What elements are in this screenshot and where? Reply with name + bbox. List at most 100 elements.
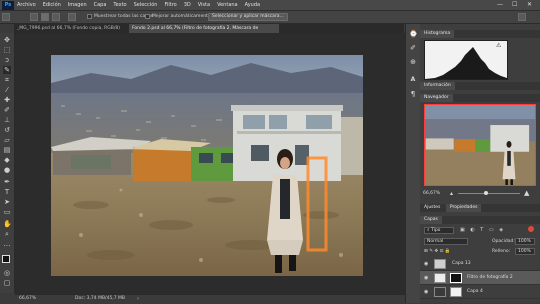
clone-source-icon[interactable]: ⊕ <box>409 58 417 66</box>
character-panel-icon[interactable]: A <box>409 76 417 84</box>
auto-enhance-checkbox[interactable] <box>145 14 150 19</box>
new-selection-icon[interactable] <box>30 13 38 21</box>
quick-selection-tool-icon[interactable]: ✎ <box>3 66 11 74</box>
dodge-tool-icon[interactable]: ● <box>3 166 11 174</box>
layer-filter-icons[interactable]: ▣ ◐ T ▭ ◈ <box>460 227 505 233</box>
zoom-slider-thumb[interactable] <box>484 191 488 195</box>
move-tool-icon[interactable]: ✥ <box>3 36 11 44</box>
tab-document-1[interactable]: _MG_7996.psd al 66,7% (Fondo copia, RGB/… <box>14 24 126 33</box>
sample-all-layers-checkbox[interactable] <box>87 14 92 19</box>
layer-filter-select[interactable]: ⌕ Tipo <box>424 227 454 234</box>
menu-capa[interactable]: Capa <box>94 2 107 8</box>
opacity-field[interactable]: 100% <box>515 238 535 245</box>
gradient-tool-icon[interactable]: ▤ <box>3 146 11 154</box>
tools-panel: ✥ ⬚ ↄ ✎ ⌗ ⁄ ✚ ✐ ⊥ ↺ ▱ ▤ ◆ ● ✒ T ➤ ▭ ✋ ⌕ … <box>0 33 15 293</box>
subtract-selection-icon[interactable] <box>52 13 60 21</box>
histogram-shape <box>425 47 507 79</box>
history-brush-icon[interactable]: ↺ <box>3 126 11 134</box>
filter-toggle-icon[interactable] <box>528 226 534 232</box>
crop-tool-icon[interactable]: ⌗ <box>3 76 11 84</box>
opacity-label: Opacidad: <box>492 239 515 244</box>
minimize-icon[interactable]: — <box>497 1 503 8</box>
histogram-tab[interactable]: Histograma <box>420 30 455 38</box>
adjustment-thumbnail <box>434 273 446 283</box>
menu-filtro[interactable]: Filtro <box>164 2 176 8</box>
hand-tool-icon[interactable]: ✋ <box>3 220 12 228</box>
menu-vista[interactable]: Vista <box>198 2 210 8</box>
menu-ayuda[interactable]: Ayuda <box>245 2 260 8</box>
status-zoom[interactable]: 66,67% <box>19 296 36 301</box>
info-tab[interactable]: Información <box>420 82 455 90</box>
type-tool-icon[interactable]: T <box>3 188 11 196</box>
menu-imagen[interactable]: Imagen <box>68 2 87 8</box>
healing-brush-icon[interactable]: ✚ <box>3 96 11 104</box>
menu-archivo[interactable]: Archivo <box>17 2 36 8</box>
pen-tool-icon[interactable]: ✒ <box>3 178 11 186</box>
menu-edicion[interactable]: Edición <box>43 2 61 8</box>
select-and-mask-button[interactable]: Seleccionar y aplicar máscara... <box>208 12 288 21</box>
navigator-preview[interactable] <box>424 104 536 186</box>
layer-thumbnail <box>434 259 446 269</box>
layer-row[interactable]: ◉ Filtro de fotografía 2 <box>420 271 540 285</box>
document-photo[interactable] <box>51 55 363 276</box>
layers-tab[interactable]: Capas <box>420 216 442 224</box>
path-selection-icon[interactable]: ➤ <box>3 198 11 206</box>
zoom-tool-icon[interactable]: ⌕ <box>3 230 11 238</box>
visibility-eye-icon[interactable]: ◉ <box>424 275 428 281</box>
blend-mode-select[interactable]: Normal <box>424 238 468 245</box>
maximize-icon[interactable]: ☐ <box>512 1 517 8</box>
blur-tool-icon[interactable]: ◆ <box>3 156 11 164</box>
workspace-icon[interactable] <box>518 13 526 21</box>
layer-row[interactable]: ◉ Capa 4 <box>420 285 540 299</box>
marquee-tool-icon[interactable]: ⬚ <box>3 46 11 54</box>
photoshop-logo: Ps <box>2 0 14 10</box>
layer-mask-thumbnail[interactable] <box>450 287 462 297</box>
rectangle-tool-icon[interactable]: ▭ <box>3 208 11 216</box>
quick-mask-icon[interactable]: ◎ <box>3 269 11 277</box>
brush-size-icon[interactable] <box>68 13 76 21</box>
more-tools-icon[interactable]: … <box>3 240 11 248</box>
zoom-slider-track[interactable] <box>458 193 520 194</box>
status-arrow-icon[interactable]: › <box>137 296 139 302</box>
options-bar: Muestrear todas las capas Mejorar automá… <box>0 11 540 24</box>
navigator-zoom-value[interactable]: 66,67% <box>423 191 440 196</box>
warning-icon[interactable]: ⚠ <box>496 42 501 49</box>
visibility-eye-icon[interactable]: ◉ <box>424 289 428 295</box>
layer-name[interactable]: Capa 4 <box>467 289 483 294</box>
tab-properties[interactable]: Propiedades <box>445 204 482 212</box>
menu-ventana[interactable]: Ventana <box>217 2 238 8</box>
menu-3d[interactable]: 3D <box>184 2 191 8</box>
layers-panel-header: Capas <box>420 216 540 224</box>
eraser-tool-icon[interactable]: ▱ <box>3 136 11 144</box>
document-tabs: _MG_7996.psd al 66,7% (Fondo copia, RGB/… <box>14 24 404 40</box>
history-panel-icon[interactable]: ⌚ <box>409 30 418 38</box>
eyedropper-tool-icon[interactable]: ⁄ <box>3 86 11 94</box>
tab-adjustments[interactable]: Ajustes <box>420 204 444 212</box>
adjustments-panel-header: Ajustes Propiedades <box>420 204 540 212</box>
foreground-color-swatch[interactable] <box>2 255 10 263</box>
layer-row[interactable]: ◉ Capa 13 <box>420 257 540 271</box>
clone-stamp-icon[interactable]: ⊥ <box>3 116 11 124</box>
paragraph-panel-icon[interactable]: ¶ <box>409 90 417 98</box>
screen-mode-icon[interactable]: ▢ <box>3 279 11 287</box>
menu-seleccion[interactable]: Selección <box>134 2 158 8</box>
brush-tool-icon[interactable]: ✐ <box>3 106 11 114</box>
navigator-tab[interactable]: Navegador <box>420 94 453 102</box>
photo-scene <box>51 55 363 276</box>
visibility-eye-icon[interactable]: ◉ <box>424 261 428 267</box>
layer-mask-thumbnail[interactable] <box>450 273 462 283</box>
menu-texto[interactable]: Texto <box>113 2 126 8</box>
fill-field[interactable]: 100% <box>515 248 535 255</box>
info-panel-header: Información <box>420 82 540 90</box>
tab-document-2[interactable]: Fondo 2.psd al 66,7% (Filtro de fotograf… <box>129 24 279 40</box>
zoom-in-icon[interactable]: ▲ <box>524 189 529 197</box>
add-to-selection-icon[interactable] <box>41 13 49 21</box>
layer-name[interactable]: Filtro de fotografía 2 <box>467 275 513 280</box>
quick-select-tool-preset-icon[interactable] <box>2 13 10 21</box>
layer-name[interactable]: Capa 13 <box>452 261 471 266</box>
zoom-out-icon[interactable]: ▴ <box>450 190 453 197</box>
lasso-tool-icon[interactable]: ↄ <box>3 56 11 64</box>
right-panels: Histograma ⚠ Información Navegador 66,67… <box>420 24 540 303</box>
close-icon[interactable]: ✕ <box>527 1 532 8</box>
brush-panel-icon[interactable]: ✐ <box>409 44 417 52</box>
